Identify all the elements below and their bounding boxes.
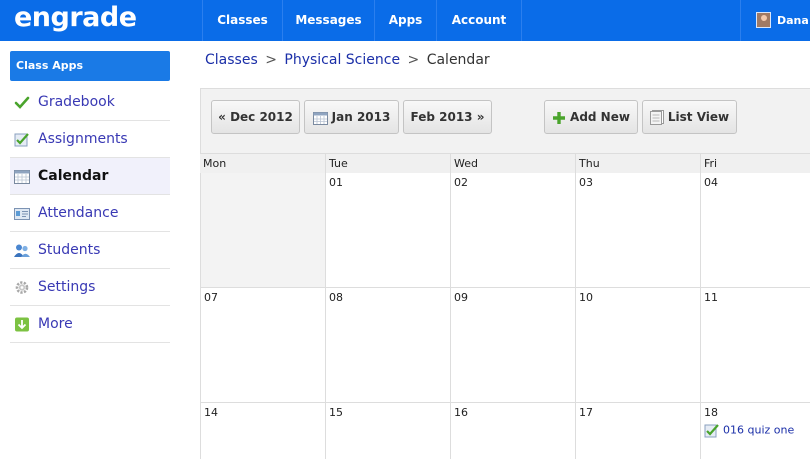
gear-icon (15, 281, 29, 294)
nav-classes[interactable]: Classes (202, 0, 282, 41)
engrade-logo[interactable]: engrade (14, 2, 137, 33)
calendar-cell[interactable]: 17 (575, 403, 700, 459)
sidebar-header: Class Apps (10, 51, 170, 81)
breadcrumb-separator: > (265, 52, 277, 68)
day-number: 14 (204, 406, 218, 419)
sidebar-item-label: More (38, 316, 73, 332)
current-month-label: Jan 2013 (331, 110, 391, 124)
day-number: 18 (704, 406, 718, 419)
breadcrumb-separator: > (407, 52, 420, 68)
day-number: 03 (579, 176, 593, 189)
prev-month-button[interactable]: « Dec 2012 (211, 100, 300, 134)
students-icon (14, 244, 30, 257)
day-number: 08 (329, 291, 343, 304)
calendar-icon (312, 111, 328, 125)
calendar-cell[interactable]: 14 (200, 403, 325, 459)
day-number: 02 (454, 176, 468, 189)
avatar (756, 12, 771, 28)
day-number: 17 (579, 406, 593, 419)
nav-account[interactable]: Account (436, 0, 522, 41)
day-number: 11 (704, 291, 718, 304)
attendance-icon (14, 208, 30, 220)
day-header-wed: Wed (450, 154, 575, 173)
sidebar-item-gradebook[interactable]: Gradebook (10, 84, 170, 121)
calendar-cell[interactable]: 10 (575, 288, 700, 403)
calendar-cell-empty (200, 173, 325, 288)
user-name: Dana L (777, 14, 810, 27)
calendar-cell[interactable]: 07 (200, 288, 325, 403)
class-apps-sidebar: Class Apps Gradebook Assignments Calenda… (10, 51, 170, 343)
breadcrumb-current: Calendar (426, 52, 490, 68)
calendar-cell[interactable]: 03 (575, 173, 700, 288)
breadcrumb-class[interactable]: Physical Science (284, 52, 400, 68)
day-number: 10 (579, 291, 593, 304)
sidebar-item-students[interactable]: Students (10, 232, 170, 269)
sidebar-item-label: Students (38, 242, 101, 258)
day-number: 04 (704, 176, 718, 189)
calendar-cell[interactable]: 01 (325, 173, 450, 288)
top-navigation-bar: engrade Classes Messages Apps Account Da… (0, 0, 810, 41)
add-new-button[interactable]: Add New (544, 100, 638, 134)
next-month-button[interactable]: Feb 2013 » (403, 100, 492, 134)
calendar-cell[interactable]: 02 (450, 173, 575, 288)
calendar-cell[interactable]: 08 (325, 288, 450, 403)
nav-apps[interactable]: Apps (374, 0, 436, 41)
sidebar-item-more[interactable]: More (10, 306, 170, 343)
event-title: 016 quiz one (723, 423, 795, 437)
calendar-cell[interactable]: 16 (450, 403, 575, 459)
sidebar-item-attendance[interactable]: Attendance (10, 195, 170, 232)
sidebar-item-label: Assignments (38, 131, 128, 147)
list-view-label: List View (667, 110, 730, 124)
current-month-button[interactable]: Jan 2013 (304, 100, 399, 134)
sidebar-item-label: Gradebook (38, 94, 115, 110)
assignment-check-icon (704, 424, 719, 438)
calendar-cell[interactable]: 11 (700, 288, 810, 403)
plus-icon (553, 111, 566, 124)
arrow-down-icon (15, 317, 29, 332)
day-header-thu: Thu (575, 154, 700, 173)
breadcrumb-classes[interactable]: Classes (205, 52, 258, 68)
breadcrumb: Classes > Physical Science > Calendar (205, 52, 490, 68)
calendar-day-header: Mon Tue Wed Thu Fri (200, 153, 810, 173)
day-number: 01 (329, 176, 343, 189)
list-view-button[interactable]: List View (642, 100, 737, 134)
calendar-cell[interactable]: 09 (450, 288, 575, 403)
day-number: 16 (454, 406, 468, 419)
sidebar-item-settings[interactable]: Settings (10, 269, 170, 306)
day-number: 07 (204, 291, 218, 304)
calendar-cell[interactable]: 18 016 quiz one (700, 403, 810, 459)
sidebar-item-label: Calendar (38, 168, 109, 184)
sidebar-item-calendar[interactable]: Calendar (10, 158, 170, 195)
day-header-fri: Fri (700, 154, 810, 173)
assignment-check-icon (14, 133, 29, 147)
sidebar-item-label: Attendance (38, 205, 119, 221)
calendar-icon (14, 170, 30, 184)
day-header-mon: Mon (203, 157, 227, 170)
sidebar-item-label: Settings (38, 279, 96, 295)
day-number: 15 (329, 406, 343, 419)
nav-messages[interactable]: Messages (282, 0, 374, 41)
list-icon (649, 110, 664, 125)
checkmark-icon (14, 96, 30, 109)
calendar-cell[interactable]: 04 (700, 173, 810, 288)
day-number: 09 (454, 291, 468, 304)
calendar-event[interactable]: 016 quiz one (704, 423, 794, 438)
calendar-cell[interactable]: 15 (325, 403, 450, 459)
add-new-label: Add New (570, 110, 630, 124)
sidebar-item-assignments[interactable]: Assignments (10, 121, 170, 158)
user-menu[interactable]: Dana L (740, 0, 810, 41)
day-header-tue: Tue (325, 154, 450, 173)
